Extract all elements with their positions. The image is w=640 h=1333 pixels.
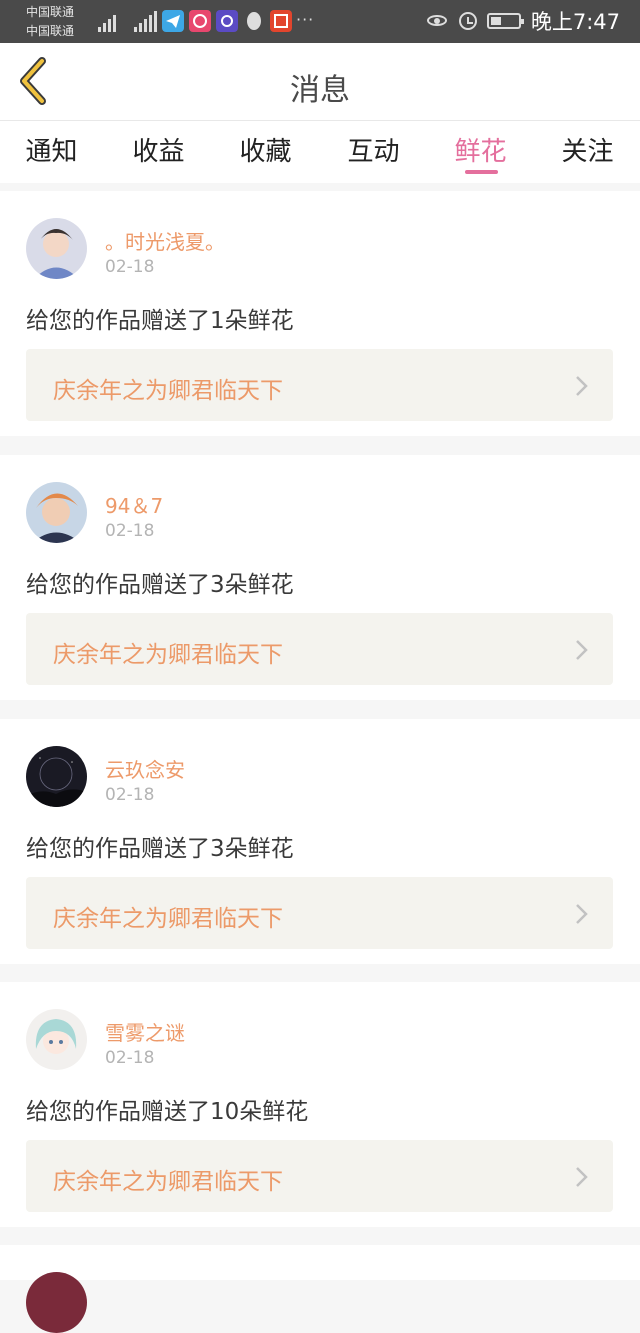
avatar[interactable] <box>26 1009 87 1070</box>
navigation-header: 消息 <box>0 43 640 121</box>
listen-app-icon <box>270 10 292 32</box>
work-link[interactable]: 庆余年之为卿君临天下 <box>26 613 613 685</box>
timestamp: 02-18 <box>105 257 155 277</box>
tab-notifications[interactable]: 通知 <box>0 131 105 168</box>
work-title: 庆余年之为卿君临天下 <box>53 642 283 668</box>
battery-icon <box>486 13 524 29</box>
tab-earnings[interactable]: 收益 <box>105 131 212 168</box>
music-icon <box>189 10 211 32</box>
eye-comfort-icon <box>426 14 449 28</box>
telegram-icon <box>162 10 184 32</box>
active-tab-indicator <box>465 170 498 174</box>
tab-follows[interactable]: 关注 <box>534 131 640 168</box>
message-tabs: 通知 收益 收藏 互动 鲜花 关注 <box>0 121 640 183</box>
tab-flowers[interactable]: 鲜花 <box>427 131 534 168</box>
list-item: 雪雾之谜 02-18 给您的作品赠送了10朵鲜花 庆余年之为卿君临天下 <box>0 982 640 1227</box>
list-item: 云玖念安 02-18 给您的作品赠送了3朵鲜花 庆余年之为卿君临天下 <box>0 719 640 964</box>
notification-message: 给您的作品赠送了3朵鲜花 <box>26 572 294 598</box>
notification-message: 给您的作品赠送了3朵鲜花 <box>26 836 294 862</box>
work-link[interactable]: 庆余年之为卿君临天下 <box>26 349 613 421</box>
more-notifications-icon: ··· <box>296 10 315 29</box>
username[interactable]: 雪雾之谜 <box>105 1017 185 1046</box>
chevron-right-icon <box>576 376 588 396</box>
avatar[interactable] <box>26 482 87 543</box>
notification-message: 给您的作品赠送了1朵鲜花 <box>26 308 294 334</box>
carrier-label-1: 中国联通 <box>26 5 75 19</box>
timestamp: 02-18 <box>105 1048 155 1068</box>
work-link[interactable]: 庆余年之为卿君临天下 <box>26 1140 613 1212</box>
avatar[interactable] <box>26 218 87 279</box>
list-item: 。时光浅夏。 02-18 给您的作品赠送了1朵鲜花 庆余年之为卿君临天下 <box>0 191 640 436</box>
timestamp: 02-18 <box>105 785 155 805</box>
signal-3g-icon <box>98 10 116 32</box>
work-title: 庆余年之为卿君临天下 <box>53 1169 283 1195</box>
tab-interactions[interactable]: 互动 <box>320 131 427 168</box>
chevron-right-icon <box>576 904 588 924</box>
work-title: 庆余年之为卿君临天下 <box>53 906 283 932</box>
carrier-label-2: 中国联通 <box>26 24 75 38</box>
signal-4g-icon <box>134 10 157 32</box>
username[interactable]: 云玖念安 <box>105 754 185 783</box>
tab-favorites[interactable]: 收藏 <box>212 131 319 168</box>
timestamp: 02-18 <box>105 521 155 541</box>
list-item: 94＆7 02-18 给您的作品赠送了3朵鲜花 庆余年之为卿君临天下 <box>0 455 640 700</box>
page-title: 消息 <box>290 73 350 108</box>
username[interactable]: 。时光浅夏。 <box>105 226 225 255</box>
browser-icon <box>216 10 238 32</box>
list-item <box>0 1245 640 1333</box>
avatar[interactable] <box>26 746 87 807</box>
notification-message: 给您的作品赠送了10朵鲜花 <box>26 1099 309 1125</box>
chevron-right-icon <box>576 1167 588 1187</box>
work-title: 庆余年之为卿君临天下 <box>53 378 283 404</box>
chevron-right-icon <box>576 640 588 660</box>
status-time: 晚上7:47 <box>530 10 620 34</box>
alarm-icon <box>458 12 477 30</box>
status-bar: 中国联通 中国联通 ··· 晚上7:47 <box>0 0 640 43</box>
qq-icon <box>243 10 265 32</box>
username[interactable]: 94＆7 <box>105 490 163 519</box>
avatar[interactable] <box>26 1272 87 1333</box>
work-link[interactable]: 庆余年之为卿君临天下 <box>26 877 613 949</box>
